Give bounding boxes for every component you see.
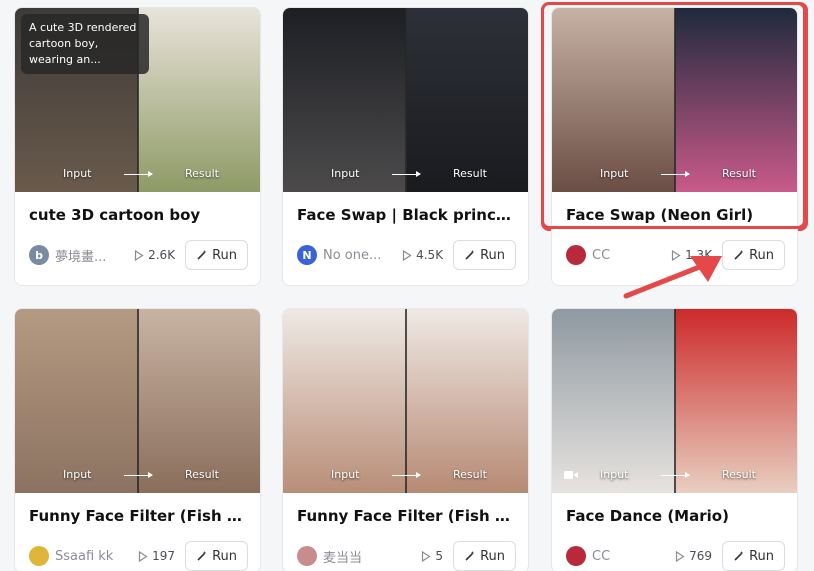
play-count-icon bbox=[138, 550, 148, 562]
compare-divider bbox=[404, 309, 407, 493]
run-button-label: Run bbox=[480, 247, 505, 263]
card-title[interactable]: Face Swap | Black princess bbox=[297, 206, 518, 224]
result-label: Result bbox=[453, 167, 487, 180]
preview-thumbnail[interactable]: Input Result bbox=[283, 8, 528, 192]
highlight-frame bbox=[541, 2, 806, 229]
magic-wand-icon bbox=[464, 550, 476, 562]
run-count: 5 bbox=[435, 549, 444, 563]
workflow-card[interactable]: Input Result Face Swap | Black princess … bbox=[282, 7, 529, 286]
play-count-icon bbox=[134, 249, 144, 261]
preview-thumbnail[interactable]: Input Result bbox=[552, 309, 797, 493]
author-name[interactable]: CC bbox=[592, 549, 610, 564]
workflow-grid: Input Result A cute 3D rendered cartoon … bbox=[0, 0, 814, 571]
preview-thumbnail[interactable]: Input Result bbox=[15, 309, 260, 493]
card-title[interactable]: cute 3D cartoon boy bbox=[29, 206, 250, 224]
magic-wand-icon bbox=[733, 550, 745, 562]
arrow-right-icon bbox=[123, 472, 153, 478]
card-title[interactable]: Face Dance (Mario) bbox=[566, 507, 787, 525]
run-count: 769 bbox=[689, 549, 713, 563]
input-image bbox=[552, 309, 675, 493]
preview-thumbnail[interactable]: Input Result bbox=[283, 309, 528, 493]
author-name[interactable]: CC bbox=[592, 248, 610, 263]
annotation-arrow-icon bbox=[623, 256, 722, 299]
compare-divider bbox=[404, 8, 407, 192]
arrow-right-icon bbox=[391, 472, 421, 478]
result-image bbox=[137, 8, 260, 192]
card-footer: CC 769 Run bbox=[566, 541, 785, 571]
result-image bbox=[405, 8, 528, 192]
author-name[interactable]: Ssaafi kk bbox=[55, 549, 113, 564]
author-name[interactable]: No one... bbox=[323, 248, 381, 263]
magic-wand-icon bbox=[196, 550, 208, 562]
run-button-label: Run bbox=[212, 247, 237, 263]
input-image bbox=[283, 309, 406, 493]
card-footer: 麦当当 5 Run bbox=[297, 541, 516, 571]
workflow-card[interactable]: Input Result Funny Face Filter (Fish Li.… bbox=[282, 308, 529, 571]
author-name[interactable]: 麦当当 bbox=[323, 547, 362, 566]
input-label: Input bbox=[600, 468, 629, 481]
result-image bbox=[405, 309, 528, 493]
author-avatar[interactable] bbox=[566, 546, 586, 566]
magic-wand-icon bbox=[196, 249, 208, 261]
arrow-right-icon bbox=[391, 171, 421, 177]
result-image bbox=[674, 309, 797, 493]
card-footer: Ssaafi kk 197 Run bbox=[29, 541, 248, 571]
play-count-icon bbox=[402, 249, 412, 261]
preview-thumbnail[interactable]: Input Result A cute 3D rendered cartoon … bbox=[15, 8, 260, 192]
magic-wand-icon bbox=[464, 249, 476, 261]
arrow-right-icon bbox=[123, 171, 153, 177]
run-button[interactable]: Run bbox=[722, 240, 785, 270]
run-button[interactable]: Run bbox=[185, 541, 248, 571]
run-button[interactable]: Run bbox=[722, 541, 785, 571]
author-avatar[interactable] bbox=[566, 245, 586, 265]
input-label: Input bbox=[331, 468, 360, 481]
input-label: Input bbox=[63, 167, 92, 180]
input-image bbox=[283, 8, 406, 192]
author-avatar[interactable]: b bbox=[29, 245, 49, 265]
card-title[interactable]: Funny Face Filter (Fish Li... bbox=[297, 507, 518, 525]
result-label: Result bbox=[453, 468, 487, 481]
author-name[interactable]: 夢境畫... bbox=[55, 246, 106, 265]
author-avatar[interactable] bbox=[29, 546, 49, 566]
run-count: 2.6K bbox=[148, 248, 176, 262]
result-label: Result bbox=[722, 468, 756, 481]
input-image bbox=[15, 309, 138, 493]
run-count: 197 bbox=[152, 549, 176, 563]
run-button[interactable]: Run bbox=[453, 541, 516, 571]
play-count-icon bbox=[421, 550, 432, 562]
card-footer: b 夢境畫... 2.6K Run bbox=[29, 240, 248, 270]
author-avatar[interactable]: N bbox=[297, 245, 317, 265]
play-count-icon bbox=[675, 550, 685, 562]
prompt-tooltip: A cute 3D rendered cartoon boy, wearing … bbox=[21, 14, 149, 74]
workflow-card[interactable]: Input Result A cute 3D rendered cartoon … bbox=[14, 7, 261, 286]
run-button-label: Run bbox=[749, 247, 774, 263]
workflow-card[interactable]: Input Result Funny Face Filter (Fish Li.… bbox=[14, 308, 261, 571]
run-button[interactable]: Run bbox=[185, 240, 248, 270]
compare-divider bbox=[136, 309, 139, 493]
video-icon bbox=[564, 470, 578, 480]
workflow-card[interactable]: Input Result Face Dance (Mario) CC 769 R… bbox=[551, 308, 798, 571]
arrow-right-icon bbox=[660, 472, 690, 478]
input-label: Input bbox=[63, 468, 92, 481]
run-button-label: Run bbox=[749, 548, 774, 564]
magic-wand-icon bbox=[733, 249, 745, 261]
run-count: 4.5K bbox=[416, 248, 444, 262]
card-footer: N No one... 4.5K Run bbox=[297, 240, 516, 270]
compare-divider bbox=[673, 309, 676, 493]
run-button[interactable]: Run bbox=[453, 240, 516, 270]
card-title[interactable]: Funny Face Filter (Fish Li... bbox=[29, 507, 250, 525]
result-label: Result bbox=[185, 167, 219, 180]
result-image bbox=[137, 309, 260, 493]
author-avatar[interactable] bbox=[297, 546, 317, 566]
run-button-label: Run bbox=[212, 548, 237, 564]
input-label: Input bbox=[331, 167, 360, 180]
run-button-label: Run bbox=[480, 548, 505, 564]
result-label: Result bbox=[185, 468, 219, 481]
